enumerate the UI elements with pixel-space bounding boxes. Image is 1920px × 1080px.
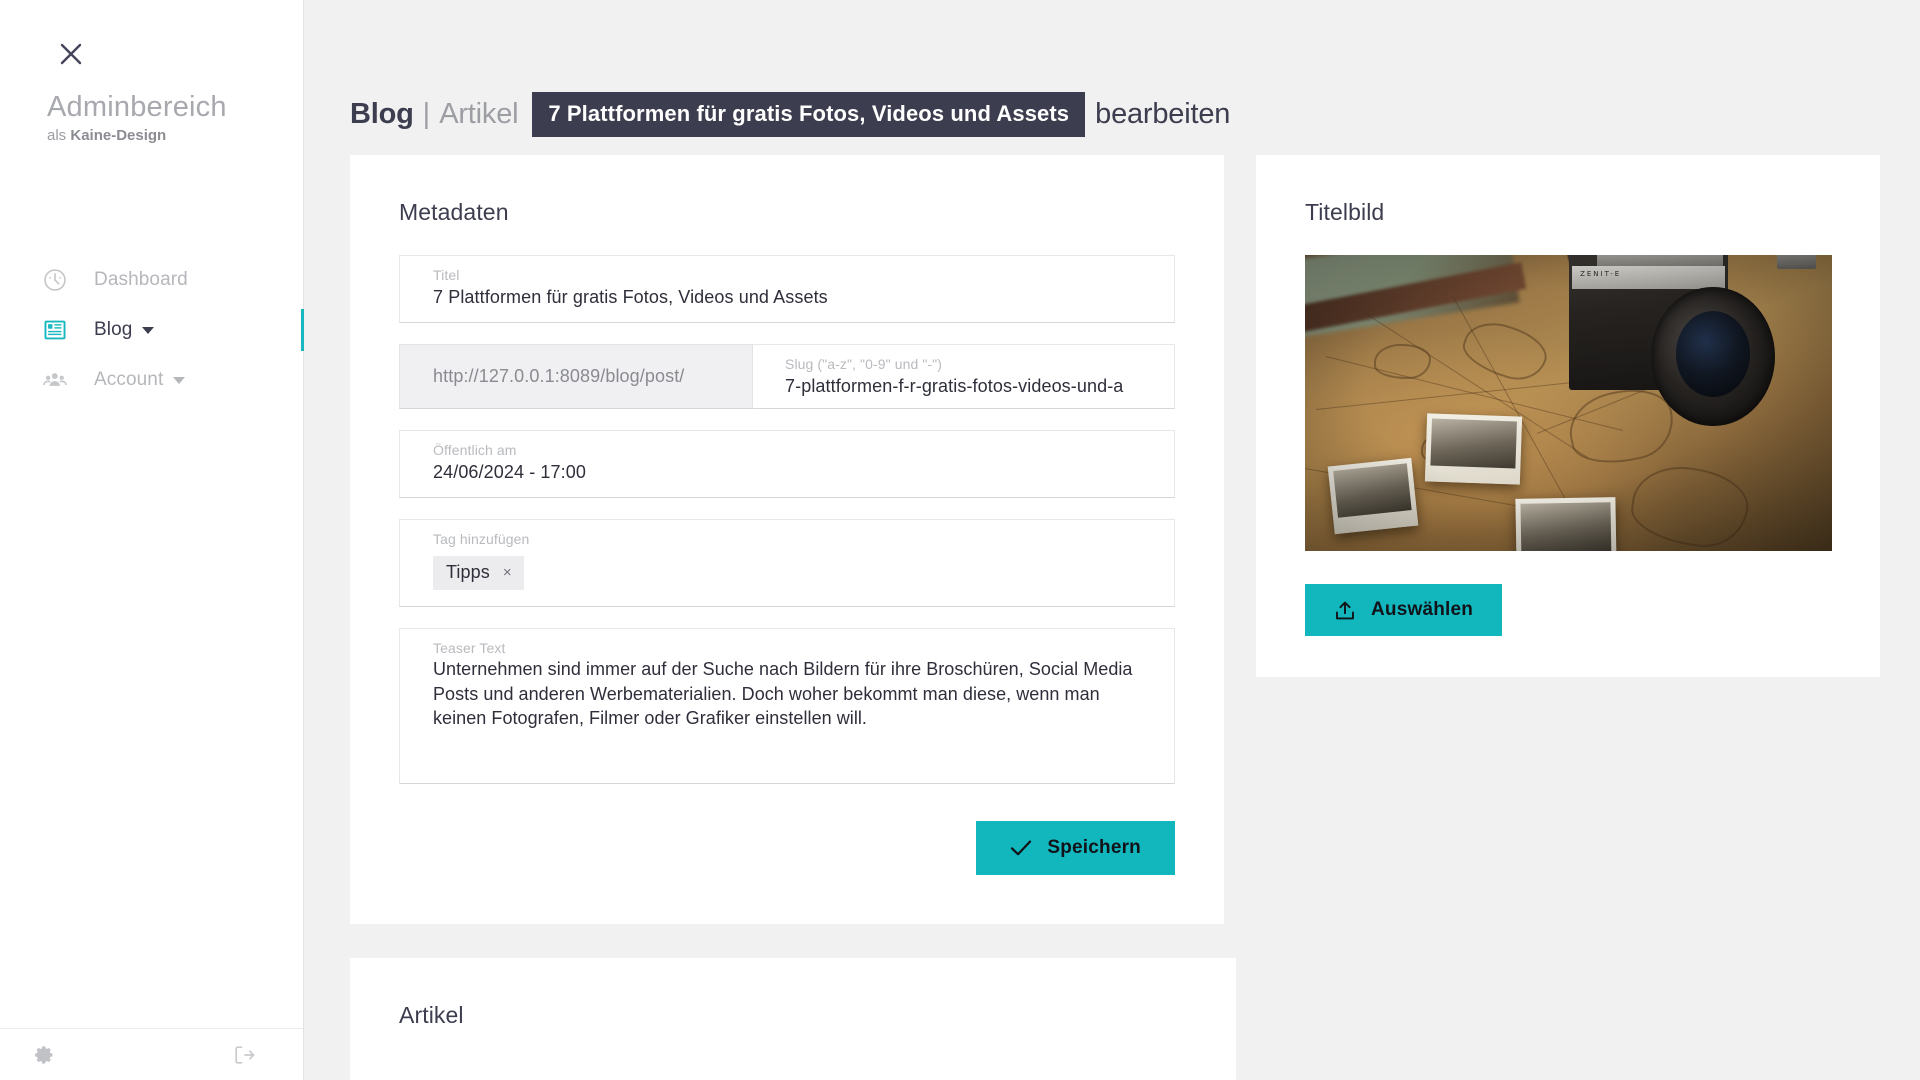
brand-prefix: als (47, 127, 67, 144)
title-field-label: Titel (433, 267, 460, 283)
cover-image[interactable]: ZENIT-E PARIS (1305, 255, 1832, 551)
chevron-down-icon[interactable] (173, 376, 186, 384)
select-image-button[interactable]: Auswählen (1305, 584, 1503, 636)
newspaper-icon (42, 315, 76, 345)
title-field[interactable]: Titel 7 Plattformen für gratis Fotos, Vi… (399, 255, 1175, 323)
metadata-card: Metadaten Titel 7 Plattformen für gratis… (350, 155, 1224, 924)
app-root: Adminbereich als Kaine-Design Dashboard (0, 0, 1920, 1080)
slug-field-label: Slug ("a-z", "0-9" und "-") (785, 356, 943, 372)
media-title: Titelbild (1305, 199, 1385, 225)
brand-title: Adminbereich (47, 91, 227, 123)
sidebar-item-blog[interactable]: Blog (0, 305, 304, 355)
teaser-field[interactable]: Teaser Text Unternehmen sind immer auf d… (399, 628, 1175, 784)
upload-icon (1334, 600, 1356, 621)
brand-account: Kaine-Design (70, 127, 167, 144)
sidebar-footer (0, 1028, 303, 1080)
slug-field-value: 7-plattformen-f-r-gratis-fotos-videos-un… (785, 376, 1124, 396)
save-button[interactable]: Speichern (976, 821, 1175, 875)
tag-field-label: Tag hinzufügen (433, 531, 530, 547)
cover-image-photo: ZENIT-E PARIS (1305, 255, 1832, 551)
status-badge: 7 Plattformen für gratis Fotos, Videos u… (532, 91, 1086, 137)
metadata-title: Metadaten (399, 199, 509, 225)
metadata-actions: Speichern (399, 821, 1175, 875)
slug-row: http://127.0.0.1:8089/blog/post/ Slug ("… (399, 344, 1175, 409)
teaser-field-label: Teaser Text (433, 640, 506, 656)
tag-chip[interactable]: Tipps × (433, 556, 524, 590)
breadcrumb-section: Blog (350, 97, 414, 130)
chevron-down-icon[interactable] (142, 326, 155, 334)
content-row: Metadaten Titel 7 Plattformen für gratis… (304, 155, 1920, 924)
public-date-label: Öffentlich am (433, 442, 517, 458)
page-action-label: bearbeiten (1095, 97, 1231, 130)
title-field-value: 7 Plattformen für gratis Fotos, Videos u… (433, 287, 828, 307)
article-title: Artikel (399, 1002, 464, 1028)
sidebar-item-dashboard[interactable]: Dashboard (0, 255, 303, 305)
breadcrumb-subsection: Artikel (439, 97, 519, 130)
brand-subtitle: als Kaine-Design (47, 127, 227, 145)
sidebar-item-label: Account (94, 369, 164, 390)
media-card: Titelbild Auswählen (1256, 155, 1880, 677)
page-title: Blog | Artikel 7 Plattformen für gratis … (304, 82, 1920, 146)
tag-chip-label: Tipps (446, 562, 490, 582)
public-date-value: 24/06/2024 - 17:00 (433, 462, 586, 482)
gear-icon[interactable] (28, 1038, 62, 1072)
logout-icon[interactable] (227, 1038, 261, 1072)
users-icon (42, 365, 76, 395)
select-image-button-label: Auswählen (1371, 599, 1474, 620)
teaser-field-value: Unternehmen sind immer auf der Suche nac… (433, 659, 1133, 728)
sidebar-item-label: Blog (94, 319, 133, 340)
public-date-field[interactable]: Öffentlich am 24/06/2024 - 17:00 (399, 430, 1175, 498)
check-icon (1010, 839, 1032, 857)
sidebar: Adminbereich als Kaine-Design Dashboard (0, 0, 304, 1080)
save-button-label: Speichern (1047, 837, 1141, 858)
slug-input[interactable]: Slug ("a-z", "0-9" und "-") 7-plattforme… (753, 344, 1175, 409)
sidebar-item-account[interactable]: Account (0, 355, 303, 405)
dashboard-gauge-icon (42, 265, 76, 295)
breadcrumb-separator: | (422, 97, 431, 130)
tag-field[interactable]: Tag hinzufügen Tipps × (399, 519, 1175, 607)
tag-remove-icon[interactable]: × (503, 565, 512, 580)
sidebar-nav: Dashboard Blog Account (0, 255, 304, 405)
article-card: Artikel (350, 958, 1236, 1080)
brand: Adminbereich als Kaine-Design (47, 90, 227, 145)
close-icon[interactable] (55, 38, 87, 70)
sidebar-item-label: Dashboard (94, 269, 188, 290)
main-content: Blog | Artikel 7 Plattformen für gratis … (304, 0, 1920, 1080)
slug-prefix: http://127.0.0.1:8089/blog/post/ (399, 344, 753, 409)
